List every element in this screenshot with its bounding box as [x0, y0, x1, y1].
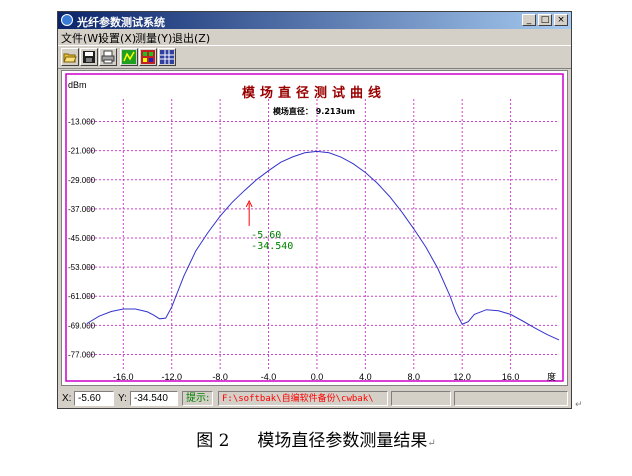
x-tick-label: 16.0	[502, 372, 520, 382]
chart-panel: dBm 模场直径测试曲线 模场直径： 9.213um -16.0 -12.0 -8.…	[61, 70, 568, 386]
y-tick-label: -13.000	[68, 118, 96, 127]
x-tick-label: -16.0	[113, 372, 134, 382]
status-hint-label: 提示:	[182, 391, 214, 406]
status-x-label: X:	[62, 393, 72, 404]
x-tick-label: 0.0	[311, 372, 324, 382]
status-cell-empty	[454, 391, 568, 406]
y-tick-label: -53.000	[68, 263, 96, 272]
menu-settings[interactable]: 设置(X)	[98, 30, 136, 46]
app-icon	[61, 14, 73, 26]
figure-caption: 图 2 模场直径参数测量结果↵	[0, 426, 632, 451]
status-x-value: -5.60	[74, 391, 114, 406]
x-tick-label: -12.0	[161, 372, 182, 382]
x-tick-label: -8.0	[212, 372, 228, 382]
figure-number: 图 2	[196, 431, 230, 451]
status-hint-field: F:\softbak\自编软件备份\cwbak\	[218, 391, 388, 406]
y-tick-label: -29.000	[68, 176, 96, 185]
minimize-button[interactable]: _	[522, 14, 536, 26]
menu-exit[interactable]: 退出(Z)	[172, 30, 210, 46]
x-tick-label: 12.0	[453, 372, 471, 382]
y-tick-label: -45.000	[68, 234, 96, 243]
print-icon[interactable]	[99, 48, 117, 66]
x-tick-label: -4.0	[261, 372, 277, 382]
annotation-y-label: -34.540	[251, 241, 293, 252]
maximize-button[interactable]: □	[538, 14, 552, 26]
toolbar	[58, 45, 571, 69]
y-tick-label: -61.000	[68, 292, 96, 301]
x-tick-label: 8.0	[408, 372, 421, 382]
open-folder-icon[interactable]	[61, 48, 79, 66]
menu-bar: 文件(W) 设置(X) 测量(Y) 退出(Z)	[58, 29, 571, 45]
window-controls: _ □ ×	[522, 14, 568, 26]
close-button[interactable]: ×	[554, 14, 568, 26]
y-axis-unit: dBm	[68, 80, 87, 90]
y-tick-label: -69.000	[68, 321, 96, 330]
x-tick-label: 4.0	[359, 372, 372, 382]
chart-subtitle: 模场直径： 9.213um	[273, 106, 355, 116]
y-tick-label: -77.000	[68, 350, 96, 359]
app-window: 光纤参数测试系统 _ □ × 文件(W) 设置(X) 测量(Y) 退出(Z) d…	[57, 11, 572, 409]
y-tick-label: -37.000	[68, 205, 96, 214]
status-y-label: Y:	[118, 393, 127, 404]
status-hint-path: F:\softbak\自编软件备份\cwbak\	[222, 394, 374, 404]
menu-measure[interactable]: 测量(Y)	[135, 30, 172, 46]
chart-title: 模场直径测试曲线	[242, 85, 386, 101]
paragraph-mark: ↵	[575, 399, 583, 409]
data-grid-icon[interactable]	[158, 48, 176, 66]
status-y-value: -34.540	[130, 391, 178, 406]
chart-border	[65, 73, 564, 382]
status-cell-empty	[391, 391, 451, 406]
measure-green-icon[interactable]	[120, 48, 138, 66]
annotation-x-label: -5.60	[251, 230, 281, 241]
mode-field-chart: dBm 模场直径测试曲线 模场直径： 9.213um -16.0 -12.0 -8.…	[65, 73, 564, 383]
title-bar[interactable]: 光纤参数测试系统 _ □ ×	[58, 12, 571, 29]
y-tick-label: -21.000	[68, 147, 96, 156]
menu-file[interactable]: 文件(W)	[61, 30, 102, 46]
save-disk-icon[interactable]	[80, 48, 98, 66]
x-axis-unit: 度	[547, 371, 556, 383]
status-bar: X: -5.60 Y: -34.540 提示: F:\softbak\自编软件备…	[58, 389, 571, 408]
window-title: 光纤参数测试系统	[77, 16, 165, 29]
measure-red-icon[interactable]	[139, 48, 157, 66]
paragraph-mark: ↵	[427, 438, 436, 449]
figure-caption-text: 模场直径参数测量结果	[257, 431, 428, 451]
